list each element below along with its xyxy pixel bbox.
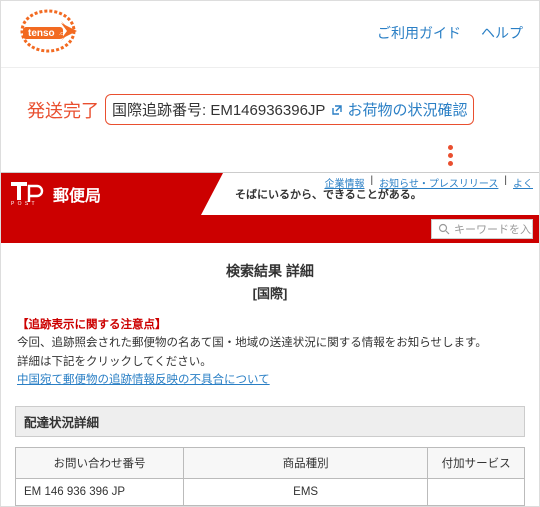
- cell-service: [428, 478, 525, 505]
- svg-text:tenso: tenso: [28, 28, 55, 39]
- notice-block: 【追跡表示に関する注意点】 今回、追跡照会された郵便物の名あて国・地域の送達状況…: [1, 316, 539, 400]
- japan-post-top-links: 企業情報 | お知らせ・プレスリリース | よく: [324, 175, 533, 190]
- tracking-box: 国際追跡番号: EM146936396JP お荷物の状況確認: [105, 94, 474, 125]
- svg-text:P O S T: P O S T: [11, 201, 36, 206]
- detail-header: 配達状況詳細: [15, 406, 525, 437]
- status-row: 発送完了 国際追跡番号: EM146936396JP お荷物の状況確認: [1, 68, 539, 143]
- th-kind: 商品種別: [183, 447, 427, 478]
- external-link-icon: [331, 104, 343, 116]
- status-label: 発送完了: [27, 97, 99, 123]
- th-inquiry: お問い合わせ番号: [16, 447, 184, 478]
- cell-inquiry: EM 146 936 396 JP: [16, 478, 184, 505]
- nav-help[interactable]: ヘルプ: [481, 23, 523, 43]
- tracking-status-link[interactable]: お荷物の状況確認: [331, 99, 467, 120]
- result-title: 検索結果 詳細: [1, 243, 539, 283]
- japan-post-panel: P O S T 郵便局 そばにいるから、できることがある。 企業情報 | お知ら…: [1, 172, 539, 506]
- notice-body-2: 詳細は下記をクリックしてください。: [17, 353, 523, 371]
- table-header-row: お問い合わせ番号 商品種別 付加サービス: [16, 447, 525, 478]
- result-subtitle: [国際]: [1, 283, 539, 316]
- connector-dots: [361, 143, 539, 172]
- search-input[interactable]: キーワードを入力: [431, 219, 533, 239]
- notice-link[interactable]: 中国宛て郵便物の追跡情報反映の不具合について: [17, 374, 270, 386]
- link-corporate[interactable]: 企業情報: [324, 175, 364, 190]
- notice-title: 【追跡表示に関する注意点】: [17, 316, 523, 334]
- detail-table: お問い合わせ番号 商品種別 付加サービス EM 146 936 396 JP E…: [15, 447, 525, 506]
- table-row: EM 146 936 396 JP EMS: [16, 478, 525, 505]
- th-service: 付加サービス: [428, 447, 525, 478]
- cell-kind: EMS: [183, 478, 427, 505]
- link-faq[interactable]: よく: [513, 175, 533, 190]
- tenso-logo: tenso .com: [11, 9, 85, 57]
- nav-guide[interactable]: ご利用ガイド: [377, 23, 461, 43]
- link-press[interactable]: お知らせ・プレスリリース: [379, 175, 498, 190]
- search-icon: [438, 223, 450, 235]
- tracking-number: 国際追跡番号: EM146936396JP: [112, 99, 325, 120]
- japan-post-brand: 郵便局: [53, 182, 101, 206]
- japan-post-logo: P O S T 郵便局: [1, 173, 201, 215]
- app-header: tenso .com ご利用ガイド ヘルプ: [1, 1, 539, 68]
- notice-body: 今回、追跡照会された郵便物の名あて国・地域の送達状況に関する情報をお知らせします…: [17, 334, 523, 352]
